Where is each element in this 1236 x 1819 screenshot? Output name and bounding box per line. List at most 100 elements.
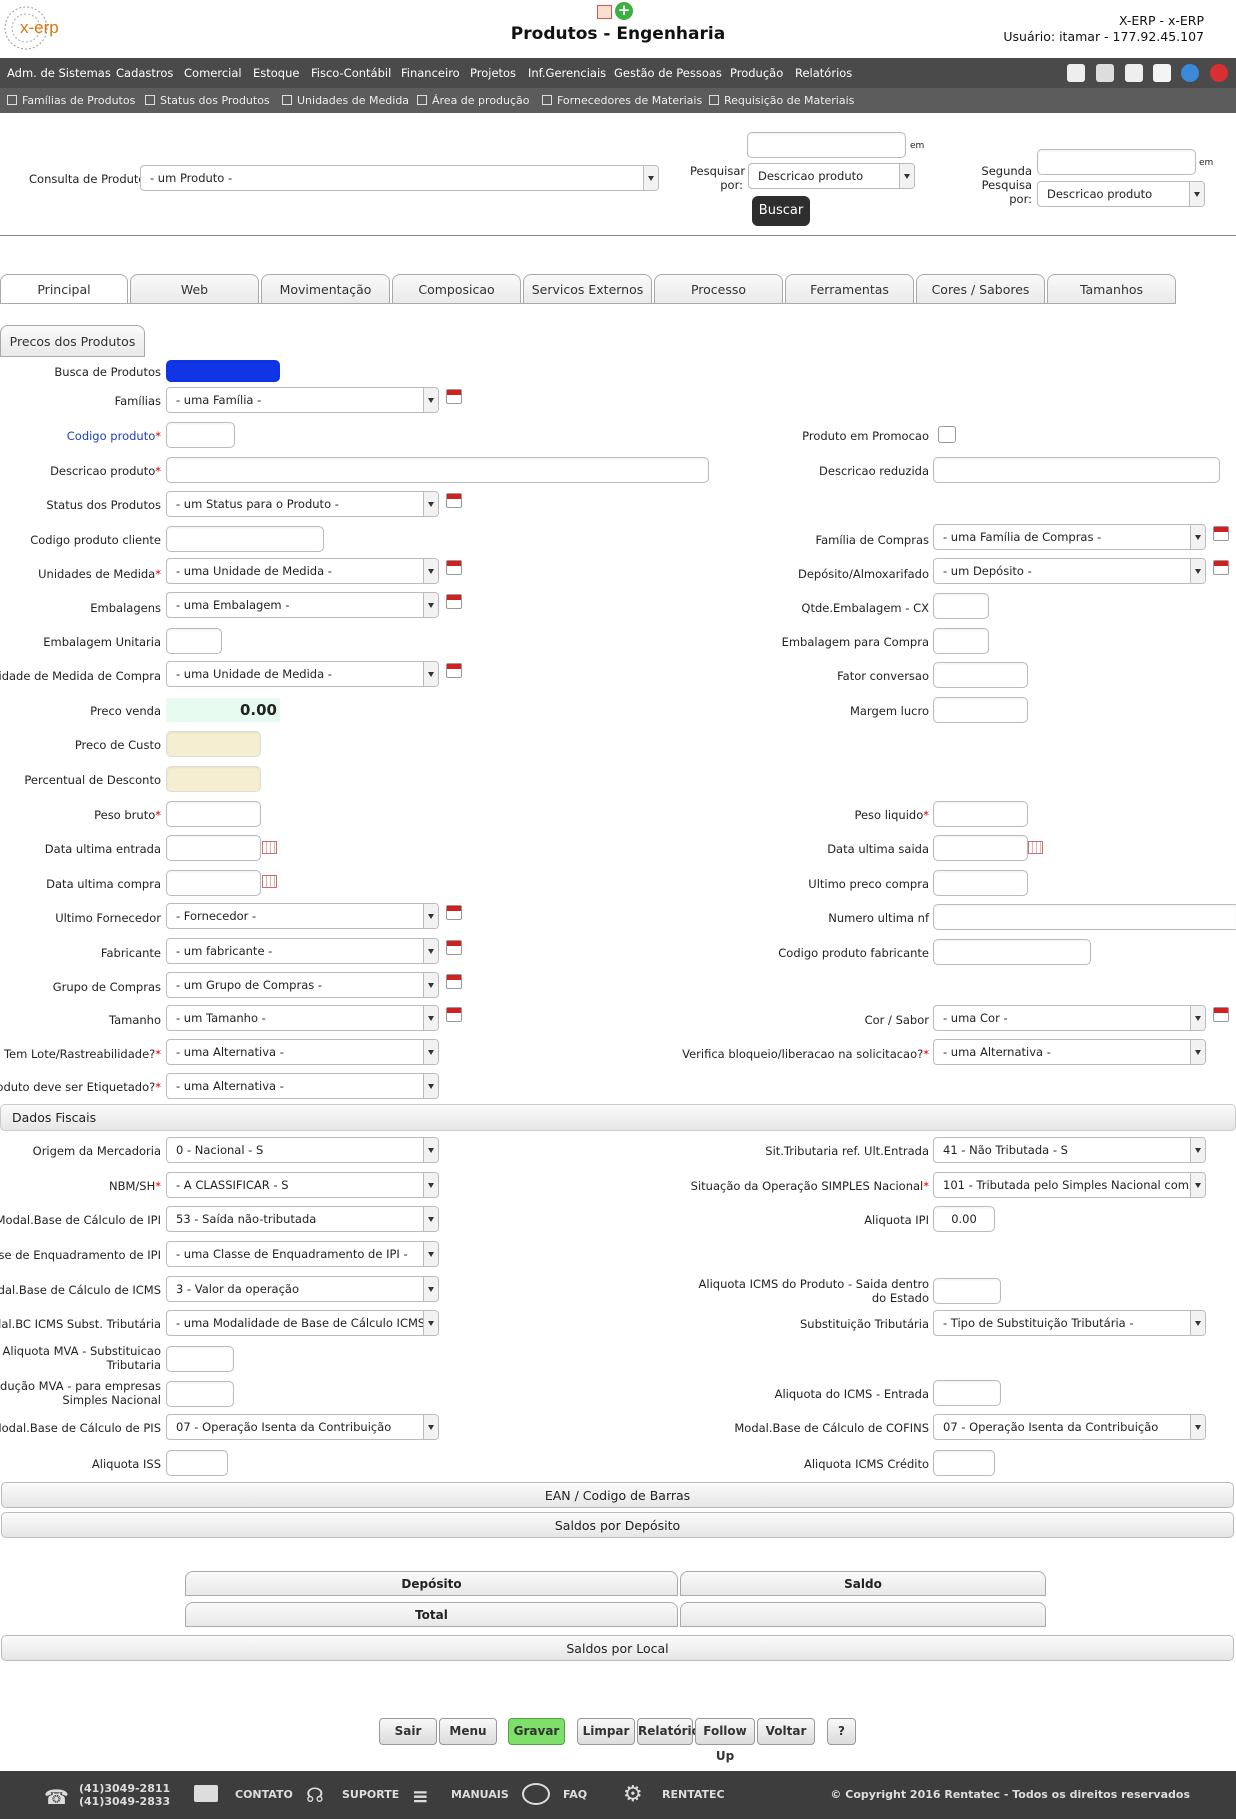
etiquetado-select[interactable]: - uma Alternativa - [166, 1073, 439, 1099]
codigo-fabricante-input[interactable] [933, 939, 1091, 965]
unidades-select[interactable]: - uma Unidade de Medida - [166, 558, 439, 584]
tab-composicao[interactable]: Composicao [392, 274, 521, 304]
busca-produtos-input[interactable] [166, 360, 280, 382]
embalagens-select[interactable]: - uma Embalagem - [166, 592, 439, 618]
report-icon[interactable] [597, 5, 612, 19]
margem-lucro-input[interactable] [933, 697, 1028, 723]
tab-servicos-externos[interactable]: Servicos Externos [523, 274, 652, 304]
calendar-add-icon[interactable] [446, 974, 462, 989]
menu-gestao-pessoas[interactable]: Gestão de Pessoas [614, 66, 722, 80]
tab-processo[interactable]: Processo [654, 274, 783, 304]
voltar-button[interactable]: Voltar [757, 1718, 815, 1745]
submenu-requisicao[interactable]: Requisição de Materiais [709, 94, 854, 107]
unidade-compra-select[interactable]: - uma Unidade de Medida - [166, 661, 439, 687]
subtab-precos[interactable]: Precos dos Produtos [0, 325, 145, 357]
follow-up-button[interactable]: Follow Up [695, 1718, 755, 1763]
tab-cores-sabores[interactable]: Cores / Sabores [916, 274, 1045, 304]
pis-modal-select[interactable]: 07 - Operação Isenta da Contribuição [166, 1414, 439, 1440]
tab-ferramentas[interactable]: Ferramentas [785, 274, 914, 304]
saldos-local-section[interactable]: Saldos por Local [1, 1635, 1234, 1661]
date-picker-icon[interactable] [262, 841, 277, 854]
aliquota-icms-credito-input[interactable] [933, 1450, 995, 1476]
data-ultima-saida-input[interactable] [933, 835, 1028, 861]
aliquota-mva-input[interactable] [166, 1346, 234, 1372]
tamanho-select[interactable]: - um Tamanho - [166, 1005, 439, 1031]
data-ultima-compra-input[interactable] [166, 870, 261, 896]
document-icon[interactable] [1125, 64, 1143, 82]
gravar-button[interactable]: Gravar [508, 1718, 565, 1745]
print-icon[interactable] [1096, 64, 1114, 82]
tab-movimentacao[interactable]: Movimentação [261, 274, 390, 304]
cor-sabor-select[interactable]: - uma Cor - [933, 1005, 1206, 1031]
limpar-button[interactable]: Limpar [577, 1718, 635, 1745]
tab-tamanhos[interactable]: Tamanhos [1047, 274, 1176, 304]
ean-section[interactable]: EAN / Codigo de Barras [1, 1482, 1234, 1508]
calendar-add-icon[interactable] [446, 493, 462, 508]
saldos-deposito-section[interactable]: Saldos por Depósito [1, 1512, 1234, 1538]
segunda-term-input[interactable] [1037, 149, 1196, 175]
preco-venda-input[interactable]: 0.00 [166, 698, 280, 722]
aliquota-ipi-input[interactable]: 0.00 [933, 1206, 995, 1232]
origem-select[interactable]: 0 - Nacional - S [166, 1137, 439, 1163]
menu-producao[interactable]: Produção [730, 66, 783, 80]
grupo-compras-select[interactable]: - um Grupo de Compras - [166, 972, 439, 998]
menu-fisco[interactable]: Fisco-Contábil [311, 66, 391, 80]
codigo-cliente-input[interactable] [166, 526, 324, 552]
contato-link[interactable]: CONTATO [235, 1788, 293, 1801]
suporte-link[interactable]: SUPORTE [342, 1788, 399, 1801]
consulta-select[interactable]: - um Produto - [140, 165, 659, 191]
pesquisar-select[interactable]: Descricao produto [748, 163, 915, 189]
embalagem-compra-input[interactable] [933, 628, 989, 654]
menu-relatorios[interactable]: Relatórios [795, 66, 852, 80]
menu-comercial[interactable]: Comercial [184, 66, 242, 80]
calendar-add-icon[interactable] [446, 389, 462, 404]
relatorio-button[interactable]: Relatório [637, 1718, 700, 1745]
menu-projetos[interactable]: Projetos [470, 66, 516, 80]
icms-modal-select[interactable]: 3 - Valor da operação [166, 1276, 439, 1302]
help-button[interactable]: ? [827, 1718, 856, 1745]
sit-tributaria-select[interactable]: 41 - Não Tributada - S [933, 1137, 1206, 1163]
submenu-unidades[interactable]: Unidades de Medida [282, 94, 409, 107]
ipi-modal-select[interactable]: 53 - Saída não-tributada [166, 1206, 439, 1232]
date-picker-icon[interactable] [262, 875, 277, 888]
calendar-add-icon[interactable] [1213, 1007, 1229, 1022]
codigo-produto-input[interactable] [166, 422, 235, 448]
calendar-add-icon[interactable] [1213, 526, 1229, 541]
date-picker-icon[interactable] [1028, 841, 1043, 854]
search-term-input[interactable] [747, 132, 906, 158]
familias-select[interactable]: - uma Família - [166, 387, 439, 413]
aliquota-icms-entrada-input[interactable] [933, 1380, 1001, 1406]
familia-compras-select[interactable]: - uma Família de Compras - [933, 524, 1206, 550]
lote-select[interactable]: - uma Alternativa - [166, 1039, 439, 1065]
menu-adm[interactable]: Adm. de Sistemas [7, 66, 111, 80]
menu-cadastros[interactable]: Cadastros [116, 66, 173, 80]
submenu-familias[interactable]: Famílias de Produtos [7, 94, 135, 107]
notes-icon[interactable] [1153, 64, 1171, 82]
promocao-checkbox[interactable] [938, 426, 956, 443]
nbm-select[interactable]: - A CLASSIFICAR - S [166, 1172, 439, 1198]
fator-conversao-input[interactable] [933, 662, 1028, 688]
calendar-add-icon[interactable] [446, 940, 462, 955]
data-ultima-entrada-input[interactable] [166, 835, 261, 861]
calendar-add-icon[interactable] [1213, 560, 1229, 575]
substituicao-select[interactable]: - Tipo de Substituição Tributária - [933, 1310, 1206, 1336]
calendar-add-icon[interactable] [446, 594, 462, 609]
ultimo-fornecedor-select[interactable]: - Fornecedor - [166, 903, 439, 929]
tab-web[interactable]: Web [130, 274, 259, 304]
submenu-status[interactable]: Status dos Produtos [145, 94, 270, 107]
calendar-add-icon[interactable] [446, 1007, 462, 1022]
power-icon[interactable] [1210, 64, 1228, 82]
buscar-button[interactable]: Buscar [752, 196, 810, 226]
numero-ultima-nf-input[interactable] [933, 904, 1236, 930]
ipi-classe-select[interactable]: - uma Classe de Enquadramento de IPI - [166, 1241, 439, 1267]
submenu-area-producao[interactable]: Área de produção [417, 94, 530, 107]
submenu-fornecedores[interactable]: Fornecedores de Materiais [542, 94, 702, 107]
tab-principal[interactable]: Principal [0, 274, 128, 304]
dados-fiscais-header[interactable]: Dados Fiscais [0, 1104, 1236, 1131]
help-icon[interactable] [1181, 64, 1199, 82]
rentatec-link[interactable]: RENTATEC [662, 1788, 725, 1801]
sair-button[interactable]: Sair [379, 1718, 437, 1745]
manuais-link[interactable]: MANUAIS [451, 1788, 509, 1801]
menu-infgerenciais[interactable]: Inf.Gerenciais [528, 66, 606, 80]
cofins-modal-select[interactable]: 07 - Operação Isenta da Contribuição [933, 1414, 1206, 1440]
